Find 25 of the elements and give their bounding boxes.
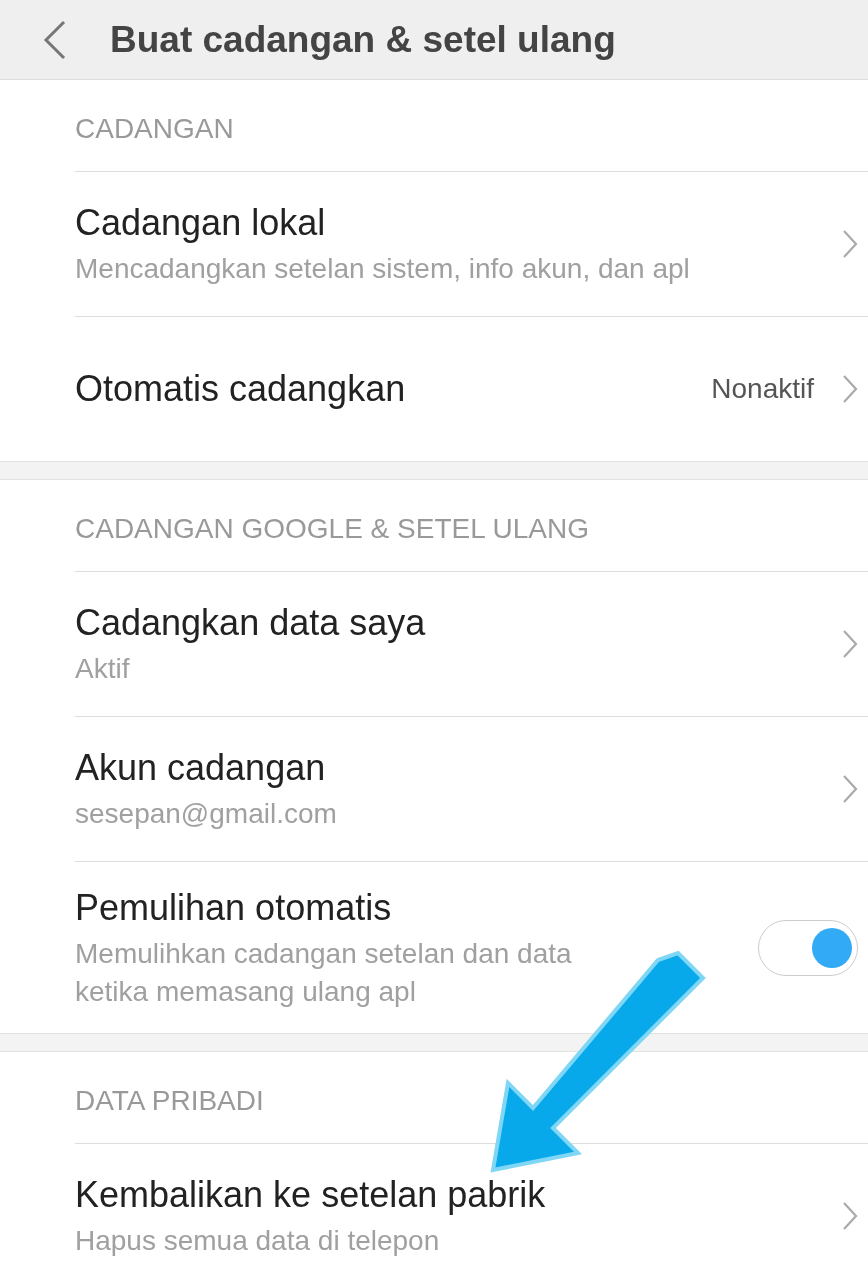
section-heading: CADANGAN [75, 111, 234, 146]
item-subtitle: Mencadangkan setelan sistem, info akun, dan apl [75, 252, 691, 286]
item-value: Nonaktif [711, 372, 814, 406]
item-title: Otomatis cadangkan [75, 367, 407, 411]
item-subtitle: Hapus semua data di telepon [75, 1224, 441, 1258]
screen-title: Buat cadangan & setel ulang [110, 17, 616, 62]
item-subtitle: Aktif [75, 652, 131, 686]
item-subtitle: Memulihkan cadangan setelan dan data ketika memasang ulang apl [75, 936, 573, 1009]
item-title: Kembalikan ke setelan pabrik [75, 1173, 547, 1217]
chevron-right-icon [842, 1201, 858, 1231]
item-title: Akun cadangan [75, 746, 327, 790]
item-subtitle: sesepan@gmail.com [75, 797, 338, 831]
back-icon[interactable] [42, 19, 68, 60]
settings-item[interactable]: Cadangan lokal Mencadangkan setelan sistem, info akun, dan apl [75, 171, 868, 316]
section-heading: DATA PRIBADI [75, 1083, 264, 1118]
chevron-right-icon [842, 374, 858, 404]
item-title: Cadangkan data saya [75, 601, 427, 645]
section-heading: CADANGAN GOOGLE & SETEL ULANG [75, 511, 589, 546]
chevron-right-icon [842, 229, 858, 259]
chevron-right-icon [842, 774, 858, 804]
settings-item[interactable]: Cadangkan data saya Aktif [75, 571, 868, 716]
item-title: Pemulihan otomatis [75, 885, 393, 930]
settings-item[interactable]: Akun cadangan sesepan@gmail.com [75, 716, 868, 861]
chevron-right-icon [842, 629, 858, 659]
item-title: Cadangan lokal [75, 201, 327, 245]
